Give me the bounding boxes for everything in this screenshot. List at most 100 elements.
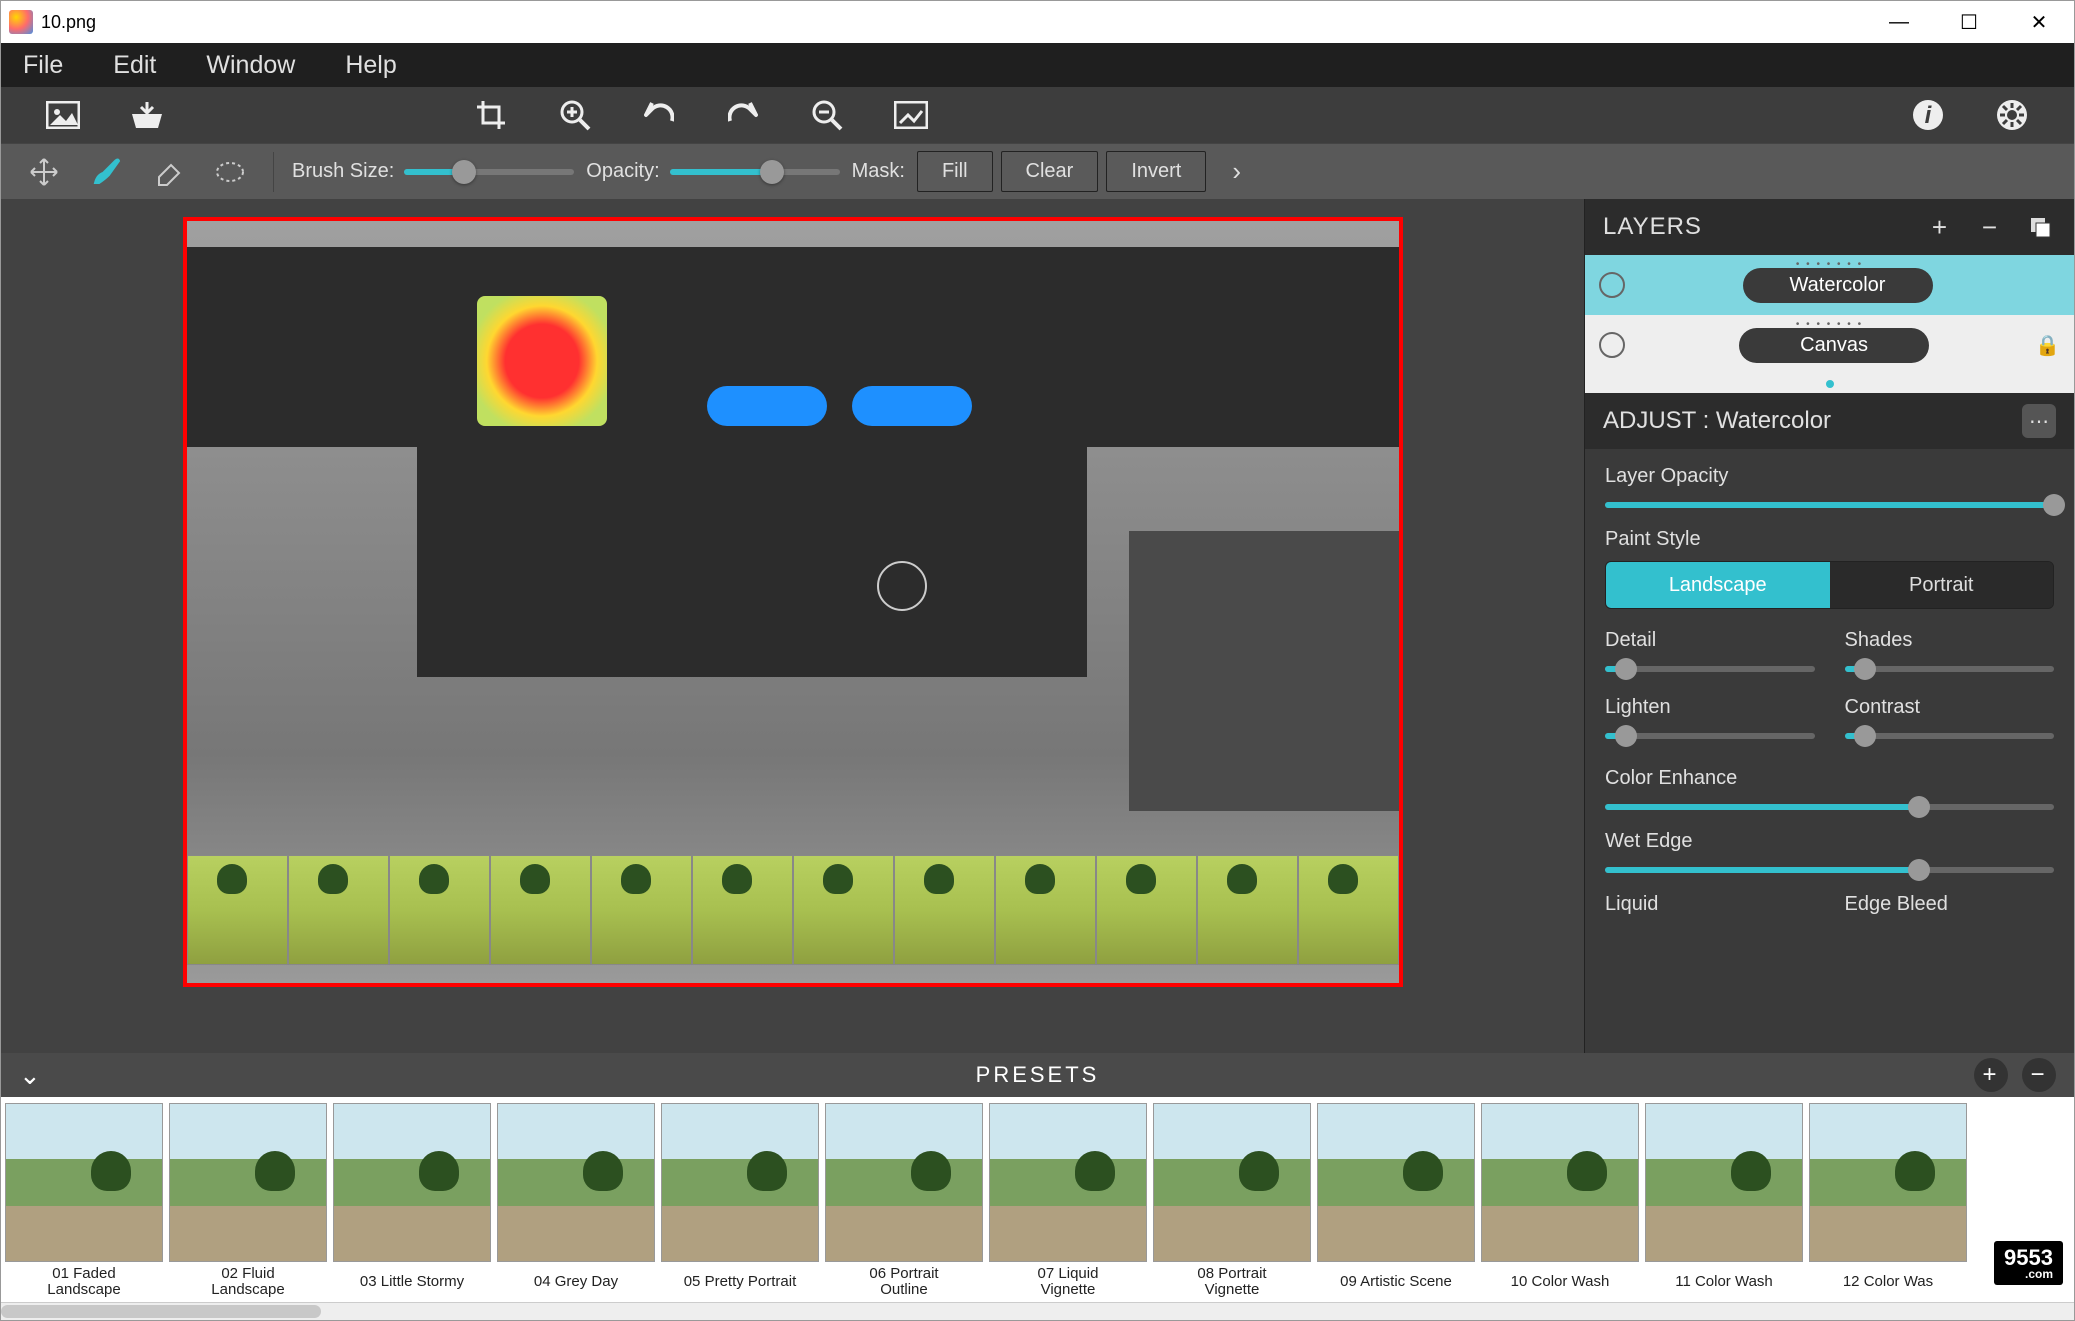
presets-scrollbar[interactable]: [1, 1302, 2074, 1320]
presets-title: PRESETS: [976, 1062, 1100, 1088]
opacity-slider[interactable]: [670, 169, 840, 175]
close-button[interactable]: ✕: [2004, 1, 2074, 43]
open-image-icon[interactable]: [43, 95, 83, 135]
redo-icon[interactable]: [723, 95, 763, 135]
liquid-label: Liquid: [1605, 893, 1815, 916]
add-layer-icon[interactable]: +: [1924, 211, 1956, 243]
window-controls: — ☐ ✕: [1864, 1, 2074, 43]
preset-thumbnail: [333, 1103, 491, 1262]
opacity-control: Opacity:: [586, 160, 839, 183]
mask-buttons: Fill Clear Invert: [917, 151, 1206, 192]
preset-label: 03 Little Stormy: [333, 1262, 491, 1302]
preset-label: 05 Pretty Portrait: [661, 1262, 819, 1302]
preset-thumbnail: [5, 1103, 163, 1262]
adjust-menu-icon[interactable]: ⋯: [2022, 404, 2056, 438]
undo-icon[interactable]: [639, 95, 679, 135]
adjust-title: ADJUST : Watercolor: [1603, 407, 1831, 435]
preset-item[interactable]: 05 Pretty Portrait: [661, 1103, 819, 1302]
layer-opacity-slider[interactable]: [1605, 502, 2054, 508]
preset-item[interactable]: 06 Portrait Outline: [825, 1103, 983, 1302]
settings-icon[interactable]: [1992, 95, 2032, 135]
preset-item[interactable]: 04 Grey Day: [497, 1103, 655, 1302]
menu-window[interactable]: Window: [196, 47, 305, 84]
shades-slider[interactable]: [1845, 666, 2055, 672]
preset-item[interactable]: 01 Faded Landscape: [5, 1103, 163, 1302]
move-tool-icon[interactable]: [25, 153, 63, 191]
lock-icon: 🔒: [2035, 333, 2060, 358]
paint-style-segmented: Landscape Portrait: [1605, 561, 2054, 609]
layers-header: LAYERS + −: [1585, 199, 2074, 255]
paint-style-portrait[interactable]: Portrait: [1830, 562, 2054, 608]
fit-image-icon[interactable]: [891, 95, 931, 135]
app-icon: [9, 10, 33, 34]
preset-label: 07 Liquid Vignette: [989, 1262, 1147, 1302]
preset-thumbnail: [661, 1103, 819, 1262]
brush-tool-icon[interactable]: [87, 153, 125, 191]
preset-item[interactable]: 09 Artistic Scene: [1317, 1103, 1475, 1302]
contrast-slider[interactable]: [1845, 733, 2055, 739]
lighten-slider[interactable]: [1605, 733, 1815, 739]
menubar: File Edit Window Help: [1, 43, 2074, 87]
maximize-button[interactable]: ☐: [1934, 1, 2004, 43]
layer-row[interactable]: • • • • • • • Watercolor: [1585, 255, 2074, 315]
brush-cursor-icon: [877, 561, 927, 611]
toolbar-next-icon[interactable]: ›: [1232, 156, 1241, 187]
detail-slider[interactable]: [1605, 666, 1815, 672]
remove-layer-icon[interactable]: −: [1974, 211, 2006, 243]
edge-bleed-label: Edge Bleed: [1845, 893, 2055, 916]
shades-label: Shades: [1845, 629, 2055, 652]
mask-fill-button[interactable]: Fill: [917, 151, 993, 192]
preset-item[interactable]: 08 Portrait Vignette: [1153, 1103, 1311, 1302]
preset-thumbnail: [497, 1103, 655, 1262]
presets-collapse-icon[interactable]: ⌄: [19, 1060, 44, 1091]
preset-item[interactable]: 07 Liquid Vignette: [989, 1103, 1147, 1302]
preset-thumbnail: [1481, 1103, 1639, 1262]
preset-thumbnail: [1153, 1103, 1311, 1262]
preset-item[interactable]: 11 Color Wash: [1645, 1103, 1803, 1302]
brush-size-slider[interactable]: [404, 169, 574, 175]
body-area: LAYERS + − • • • • • • • Watercolor • • …: [1, 199, 2074, 1053]
preset-label: 10 Color Wash: [1481, 1262, 1639, 1302]
info-icon[interactable]: i: [1908, 95, 1948, 135]
menu-file[interactable]: File: [13, 47, 73, 84]
paint-style-landscape[interactable]: Landscape: [1606, 562, 1830, 608]
preset-item[interactable]: 02 Fluid Landscape: [169, 1103, 327, 1302]
eraser-tool-icon[interactable]: [149, 153, 187, 191]
preset-label: 08 Portrait Vignette: [1153, 1262, 1311, 1302]
save-image-icon[interactable]: [127, 95, 167, 135]
right-panel: LAYERS + − • • • • • • • Watercolor • • …: [1584, 199, 2074, 1053]
toolbar-main: i: [1, 87, 2074, 143]
zoom-in-icon[interactable]: [555, 95, 595, 135]
opacity-label: Opacity:: [586, 160, 659, 183]
preset-thumbnail: [989, 1103, 1147, 1262]
preset-item[interactable]: 10 Color Wash: [1481, 1103, 1639, 1302]
crop-icon[interactable]: [471, 95, 511, 135]
minimize-button[interactable]: —: [1864, 1, 1934, 43]
toolbar-secondary: Brush Size: Opacity: Mask: Fill Clear In…: [1, 143, 2074, 199]
presets-add-icon[interactable]: +: [1974, 1058, 2008, 1092]
preset-label: 01 Faded Landscape: [5, 1262, 163, 1302]
preset-item[interactable]: 03 Little Stormy: [333, 1103, 491, 1302]
preset-label: 12 Color Was: [1809, 1262, 1967, 1302]
layers-title: LAYERS: [1603, 213, 1702, 241]
canvas-frame[interactable]: [183, 217, 1403, 987]
duplicate-layer-icon[interactable]: [2024, 211, 2056, 243]
canvas-image: [187, 221, 1399, 983]
layer-visibility-toggle[interactable]: [1599, 332, 1625, 358]
lighten-label: Lighten: [1605, 696, 1815, 719]
presets-remove-icon[interactable]: −: [2022, 1058, 2056, 1092]
mask-invert-button[interactable]: Invert: [1106, 151, 1206, 192]
layer-row[interactable]: • • • • • • • Canvas 🔒: [1585, 315, 2074, 375]
zoom-out-icon[interactable]: [807, 95, 847, 135]
wet-edge-slider[interactable]: [1605, 867, 2054, 873]
menu-edit[interactable]: Edit: [103, 47, 166, 84]
brush-size-control: Brush Size:: [292, 160, 574, 183]
preset-item[interactable]: 12 Color Was: [1809, 1103, 1967, 1302]
presets-header: ⌄ PRESETS + −: [1, 1053, 2074, 1097]
color-enhance-slider[interactable]: [1605, 804, 2054, 810]
mask-clear-button[interactable]: Clear: [1001, 151, 1099, 192]
menu-help[interactable]: Help: [335, 47, 406, 84]
layer-visibility-toggle[interactable]: [1599, 272, 1625, 298]
ellipse-tool-icon[interactable]: [211, 153, 249, 191]
preset-label: 02 Fluid Landscape: [169, 1262, 327, 1302]
